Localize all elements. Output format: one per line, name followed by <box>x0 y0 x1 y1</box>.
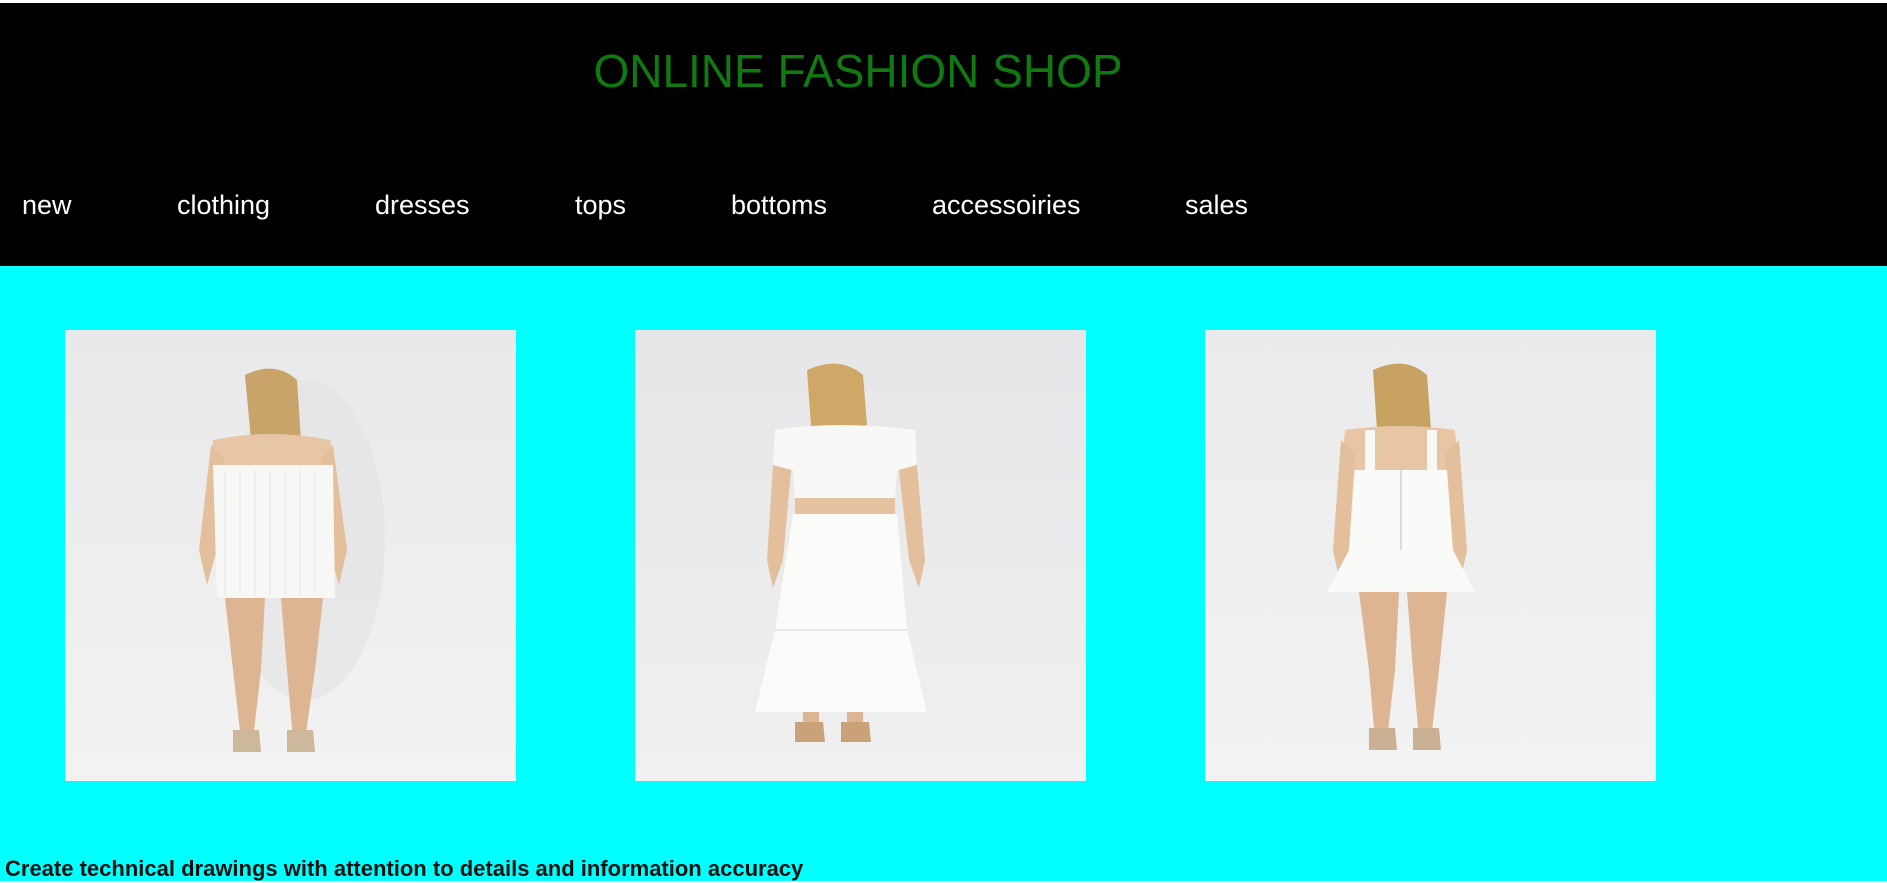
product-image-crop-top-maxi-skirt[interactable] <box>635 330 1086 781</box>
product-photo <box>65 330 516 781</box>
product-image-strappy-mini-dress[interactable] <box>1205 330 1656 781</box>
site-title: ONLINE FASHION SHOP <box>593 45 1123 97</box>
nav-item-dresses[interactable]: dresses <box>375 187 470 223</box>
page: ONLINE FASHION SHOP new clothing dresses… <box>0 0 1887 883</box>
main-content: Create technical drawings with attention… <box>0 266 1887 881</box>
nav-item-accessoiries[interactable]: accessoiries <box>932 187 1081 223</box>
nav-item-bottoms[interactable]: bottoms <box>731 187 827 223</box>
product-image-strapless-mini-dress[interactable] <box>65 330 516 781</box>
product-photo <box>1205 330 1656 781</box>
site-header: ONLINE FASHION SHOP new clothing dresses… <box>0 3 1887 266</box>
nav-item-tops[interactable]: tops <box>575 187 626 223</box>
nav-item-clothing[interactable]: clothing <box>177 187 270 223</box>
footer-text: Create technical drawings with attention… <box>5 856 804 881</box>
nav-item-new[interactable]: new <box>22 187 72 223</box>
nav-item-sales[interactable]: sales <box>1185 187 1248 223</box>
product-photo <box>635 330 1086 781</box>
main-nav: new clothing dresses tops bottoms access… <box>0 187 1887 223</box>
